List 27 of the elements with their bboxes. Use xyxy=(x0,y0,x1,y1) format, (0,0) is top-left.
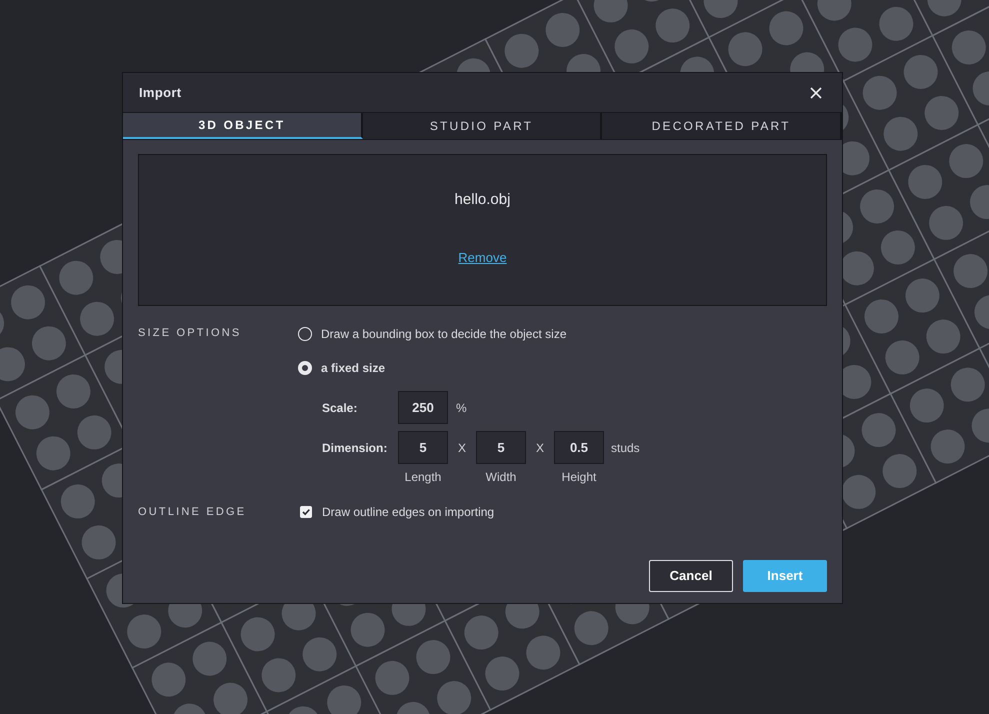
percent-unit: % xyxy=(456,400,467,416)
scale-input[interactable]: 250 xyxy=(398,391,448,424)
dimension-input[interactable]: 5 xyxy=(476,431,526,464)
dimension-input[interactable]: 5 xyxy=(398,431,448,464)
radio-button[interactable] xyxy=(298,361,312,375)
radio-label: a fixed size xyxy=(321,360,386,377)
dimension-caption: Width xyxy=(486,469,516,486)
checkbox-label: Draw outline edges on importing xyxy=(322,504,494,521)
times-separator: X xyxy=(534,440,545,456)
scale-label: Scale: xyxy=(322,400,358,416)
checkbox[interactable] xyxy=(300,506,312,518)
dialog-title: Import xyxy=(139,84,182,102)
dimension-label: Dimension: xyxy=(322,440,388,456)
file-name: hello.obj xyxy=(454,190,510,210)
section-label: OUTLINE EDGE xyxy=(138,504,248,520)
dimension-input[interactable]: 0.5 xyxy=(554,431,604,464)
close-icon xyxy=(810,86,822,98)
cancel-button[interactable]: Cancel xyxy=(649,560,733,592)
dimension-caption: Height xyxy=(562,469,596,486)
times-separator: X xyxy=(456,440,467,456)
radio-label: Draw a bounding box to decide the object size xyxy=(321,326,566,343)
section-label: SIZE OPTIONS xyxy=(138,326,242,341)
remove-link[interactable]: Remove xyxy=(458,248,507,267)
tab[interactable]: 3D OBJECT xyxy=(123,113,363,139)
studs-unit: studs xyxy=(611,440,640,456)
radio-button[interactable] xyxy=(298,327,312,341)
dimension-caption: Length xyxy=(404,469,442,486)
